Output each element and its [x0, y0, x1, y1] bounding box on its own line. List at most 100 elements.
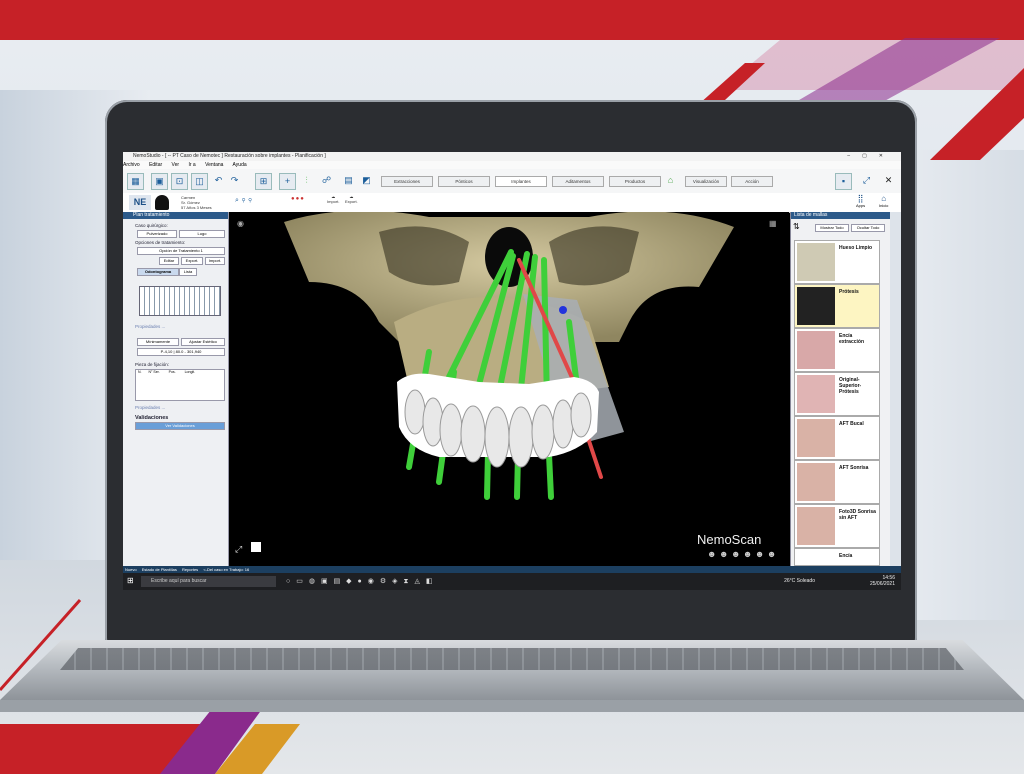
tab-odontogram[interactable]: Odontograma	[137, 268, 179, 276]
vertical-tabs[interactable]	[890, 212, 901, 566]
clock-date[interactable]: 25/06/2021	[870, 581, 895, 587]
gum-thumbnail	[797, 331, 835, 369]
case-label: Caso quirúrgico:	[135, 223, 168, 228]
laptop-keyboard	[60, 648, 964, 670]
patient-age: 57 Años 3 Meses	[181, 205, 212, 210]
export-label: Export.	[345, 199, 358, 204]
mesh-item[interactable]: Prótesis	[794, 284, 880, 328]
export-plan-button[interactable]: Export.	[181, 257, 203, 265]
mesh-label: AFT Sonrisa	[839, 465, 869, 471]
zoom-tools-icon[interactable]: ⌕⚲⚲	[235, 197, 255, 205]
color-dots-icon[interactable]: ●●●	[291, 196, 305, 202]
mesh-item[interactable]: Original-Superior-Prótesis	[794, 372, 880, 416]
mesh-panel-title: Lista de mallas	[791, 212, 891, 219]
laptop-base-edge	[0, 700, 1024, 712]
mesh-item[interactable]: AFT Sonrisa	[794, 460, 880, 504]
status-new[interactable]: Nuevo	[125, 567, 137, 572]
system-tray: 26°C Soleado 14:56 25/06/2021	[784, 575, 895, 587]
menu-ir[interactable]: Ir a	[188, 162, 195, 168]
properties-label-2: Propiedades ...	[135, 405, 166, 410]
layers-icon[interactable]: ▦	[127, 173, 144, 190]
patient-bar: NE Carmen Sr. Gómez 57 Años 3 Meses ⌕⚲⚲ …	[123, 193, 901, 213]
treatment-option-select[interactable]: Opción de Tratamiento 1	[137, 247, 225, 255]
bone-icon[interactable]: ☍	[319, 173, 334, 188]
skull-render: NemoScan ⤢ ☻ ☻ ☻ ☻ ☻ ☻ ◉ ▦	[234, 212, 777, 559]
tab-implantes[interactable]: Implantes	[495, 176, 547, 187]
show-all-button[interactable]: Mostrar Todo	[815, 224, 849, 232]
laptop-screen: NemoStudio - [ -- PT Caso de Nemotec ] R…	[123, 152, 901, 590]
image-icon[interactable]: ▤	[341, 173, 356, 188]
view3d-icon[interactable]: ◫	[191, 173, 208, 190]
scanner-device-icon[interactable]: ▪	[835, 173, 852, 190]
mesh-label: Prótesis	[839, 289, 859, 295]
weather-indicator[interactable]: 26°C Soleado	[784, 578, 815, 584]
grid-icon[interactable]: ⊞	[255, 173, 272, 190]
tab-list[interactable]: Lista	[179, 268, 197, 276]
smile-thumbnail	[797, 463, 835, 501]
export-button[interactable]: ☁ Export.	[345, 194, 358, 204]
menu-ayuda[interactable]: Ayuda	[233, 162, 247, 168]
basket-icon[interactable]: ⌂	[663, 173, 678, 188]
status-bar: Nuevo Estado de Plantillas Reportes <-De…	[123, 566, 901, 573]
implant-icon[interactable]: ⫶	[299, 173, 314, 188]
scanner-icon[interactable]: ◩	[359, 173, 374, 188]
import-label: Import.	[327, 199, 340, 204]
main-toolbar: ▦ ▣ ⊡ ◫ ↶ ↷ ⊞ + ⫶ ☍ ▤ ◩ Extracciones Pón…	[123, 169, 901, 194]
case-select-2[interactable]: Lugo	[179, 230, 225, 238]
status-case[interactable]: <-Del caso en Trabajo: 16	[203, 567, 249, 572]
mesh-item[interactable]: Encía	[794, 548, 880, 566]
window-titlebar: NemoStudio - [ -- PT Caso de Nemotec ] R…	[123, 152, 901, 161]
tab-ponticos[interactable]: Pónticos	[438, 176, 490, 187]
status-templates[interactable]: Estado de Plantillas	[142, 567, 177, 572]
case-select[interactable]: Pulverizado	[137, 230, 177, 238]
properties-label: Propiedades ...	[135, 324, 166, 329]
panel-title: Plan tratamiento	[123, 212, 228, 219]
mesh-item[interactable]: Encía extracción	[794, 328, 880, 372]
frame-icon[interactable]: ⊡	[171, 173, 188, 190]
expand-icon[interactable]: ⤢	[859, 173, 874, 188]
mesh-label: Foto3D Sonrisa sin AFT	[839, 509, 876, 521]
tab-visualizacion[interactable]: Visualización	[685, 176, 727, 187]
mesh-item[interactable]: Hueso Limpio	[794, 240, 880, 284]
sort-icon[interactable]: ⇅	[793, 222, 800, 231]
window-controls[interactable]: –▢✕	[847, 152, 895, 161]
import-button[interactable]: ☁ Import.	[327, 194, 339, 204]
3d-viewport[interactable]: NemoScan ⤢ ☻ ☻ ☻ ☻ ☻ ☻ ◉ ▦	[229, 212, 789, 564]
tab-extracciones[interactable]: Extracciones	[381, 176, 433, 187]
tab-productos[interactable]: Productos	[609, 176, 661, 187]
taskbar-app-icons[interactable]: ○▭◍▣▤◆●◉⚙◈⧗◬◧	[286, 577, 438, 586]
home-button[interactable]: ⌂ Inicio	[879, 194, 888, 208]
hide-all-button[interactable]: Ocultar Todo	[851, 224, 885, 232]
odontogram-grid[interactable]	[139, 286, 221, 316]
mesh-item[interactable]: Foto3D Sonrisa sin AFT	[794, 504, 880, 548]
face-thumbnail	[797, 419, 835, 457]
close-icon[interactable]: ✕	[881, 173, 896, 188]
status-reports[interactable]: Reportes	[182, 567, 198, 572]
camera-icon: ◉	[237, 219, 244, 228]
save-icon[interactable]: ▣	[151, 173, 168, 190]
mesh-label: Encía extracción	[839, 333, 865, 345]
tab-accion[interactable]: Acción	[731, 176, 773, 187]
undo-icon[interactable]: ↶	[211, 173, 226, 188]
add-icon[interactable]: +	[279, 173, 296, 190]
validate-button[interactable]: Ver Validaciones	[135, 422, 225, 430]
taskbar-search[interactable]: Escribe aquí para buscar	[141, 576, 276, 587]
edit-button[interactable]: Editar	[159, 257, 179, 265]
redo-icon[interactable]: ↷	[227, 173, 242, 188]
mesh-item[interactable]: AFT Bucal	[794, 416, 880, 460]
patient-details: Carmen Sr. Gómez 57 Años 3 Meses	[181, 195, 212, 210]
tab-aditamentos[interactable]: Aditamentos	[552, 176, 604, 187]
viewport-brand: NemoScan	[697, 532, 761, 547]
options-label: Opciones de tratamiento:	[135, 240, 186, 245]
menu-ventana[interactable]: Ventana	[205, 162, 223, 168]
menu-archivo[interactable]: Archivo	[123, 162, 140, 168]
menu-editar[interactable]: Editar	[149, 162, 162, 168]
mode-select[interactable]: Mínimamente	[137, 338, 179, 346]
mesh-label: AFT Bucal	[839, 421, 864, 427]
menu-ver[interactable]: Ver	[172, 162, 180, 168]
adjust-select[interactable]: Ajustar Estético	[181, 338, 225, 346]
apps-button[interactable]: ⣿ Apps	[856, 194, 865, 208]
import-plan-button[interactable]: Import.	[205, 257, 225, 265]
start-icon[interactable]: ⊞	[127, 576, 134, 585]
home-label: Inicio	[879, 203, 889, 208]
